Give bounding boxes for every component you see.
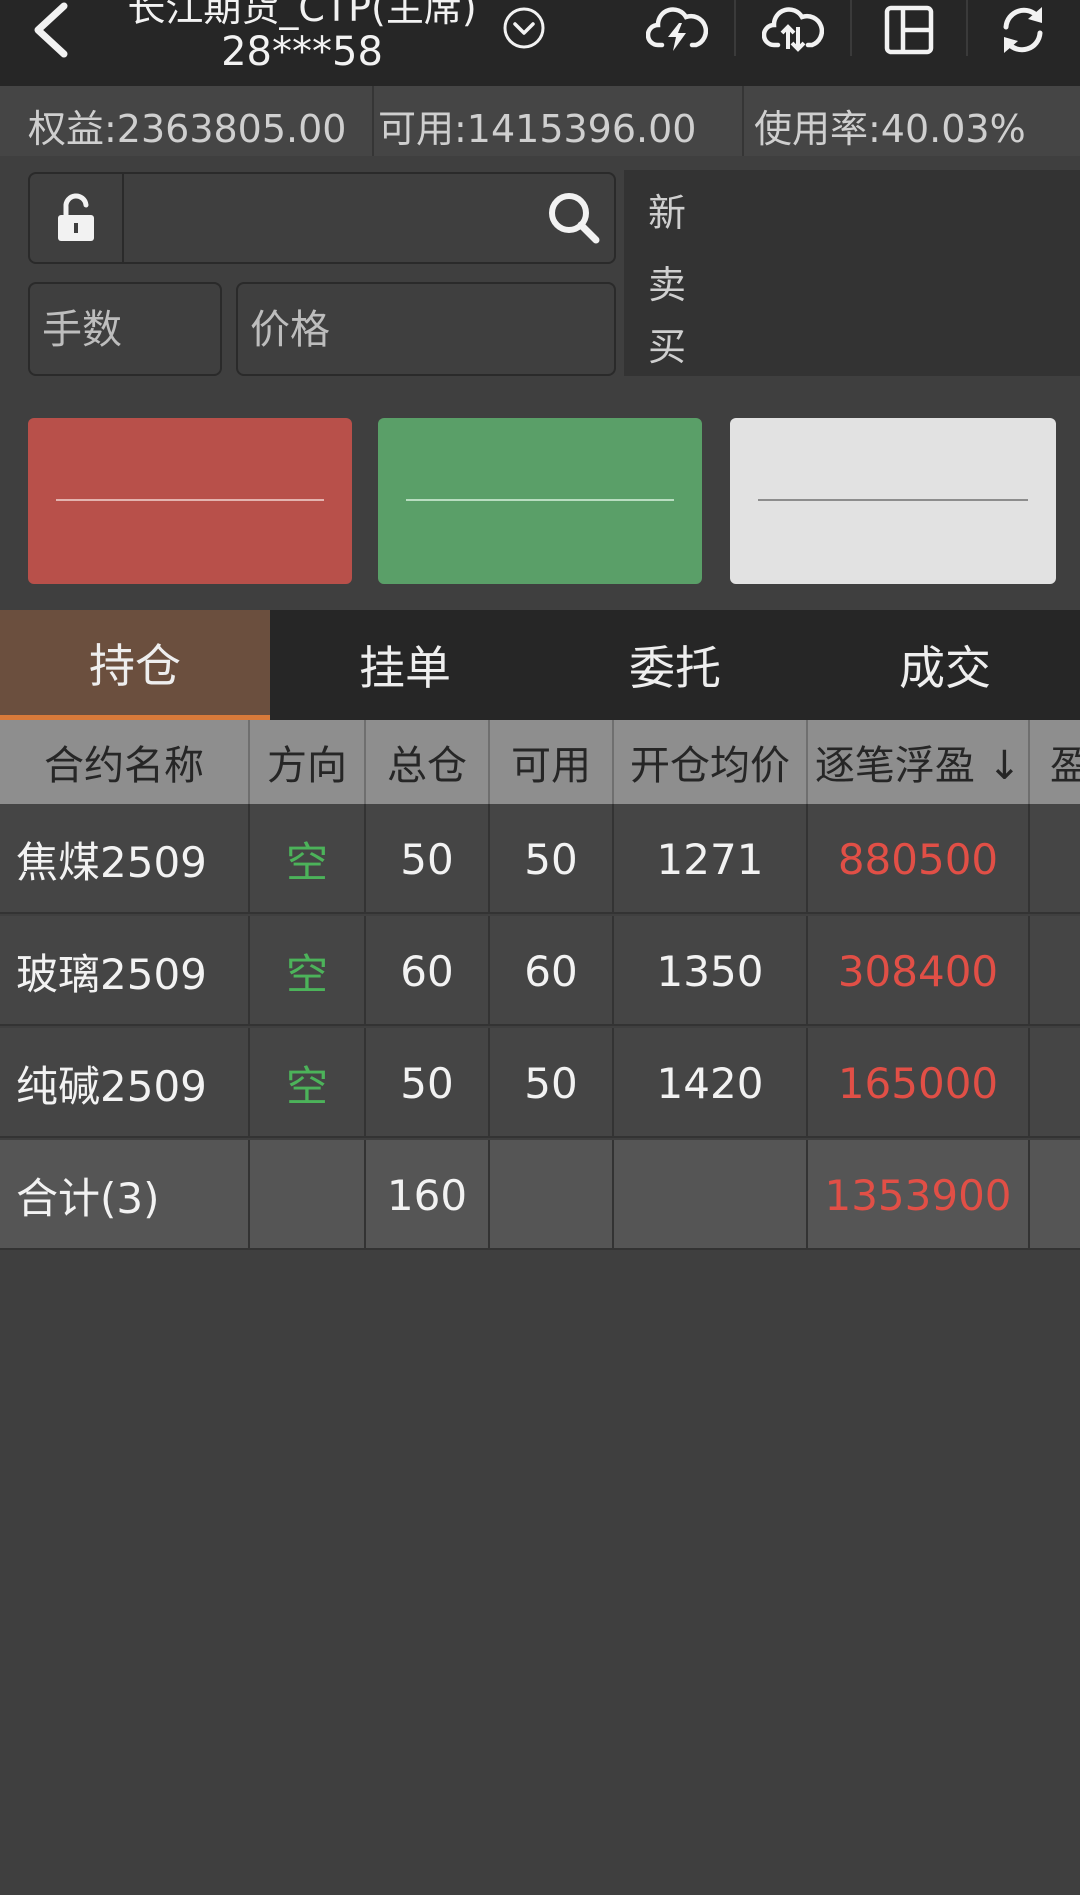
contract-search-box[interactable] xyxy=(124,172,616,264)
tab-trades[interactable]: 成交 xyxy=(810,610,1080,720)
usage-rate-value: 使用率:40.03% xyxy=(754,107,1026,151)
tab-pending-orders[interactable]: 挂单 xyxy=(270,610,540,720)
search-icon xyxy=(549,193,600,244)
broker-name: 长江期货_CTP(主席) xyxy=(127,0,477,30)
header-separator xyxy=(850,0,852,56)
header-separator xyxy=(734,0,736,56)
col-next-partial[interactable]: 盈 xyxy=(1030,720,1080,804)
close-button-placeholder-line xyxy=(758,499,1028,501)
extra-cell xyxy=(1030,1140,1080,1250)
ask-price-label: 卖 xyxy=(648,263,687,307)
quote-panel: 新 卖 买 xyxy=(624,170,1080,376)
header-separator xyxy=(966,0,968,56)
last-price-label: 新 xyxy=(648,191,687,235)
table-total-row: 合计(3) 160 1353900 xyxy=(0,1140,1080,1250)
col-contract-name[interactable]: 合约名称 xyxy=(0,720,250,804)
direction: 空 xyxy=(250,804,366,914)
account-title[interactable]: 长江期货_CTP(主席) 28***58 xyxy=(92,0,512,74)
back-icon xyxy=(34,2,68,58)
contract-search-input[interactable] xyxy=(134,184,534,254)
tab-orders[interactable]: 委托 xyxy=(540,610,810,720)
floating-pnl: 165000 xyxy=(808,1028,1030,1138)
available-position: 50 xyxy=(490,804,614,914)
buy-button-placeholder-line xyxy=(56,499,324,501)
refresh-icon xyxy=(1003,7,1043,53)
account-separator xyxy=(372,86,374,156)
refresh-button[interactable] xyxy=(988,0,1058,60)
avg-open-price: 1350 xyxy=(614,916,808,1026)
quantity-field[interactable] xyxy=(28,282,222,376)
bid-price-label: 买 xyxy=(648,325,687,369)
contract-name: 纯碱2509 xyxy=(0,1028,250,1138)
cloud-sync-button[interactable] xyxy=(758,0,828,60)
cloud-sync-icon xyxy=(762,7,824,52)
account-summary-bar: 权益:2363805.00 可用:1415396.00 使用率:40.03% xyxy=(0,86,1080,156)
layout-icon xyxy=(884,5,934,55)
empty-cell xyxy=(250,1140,366,1250)
total-position-sum: 160 xyxy=(366,1140,490,1250)
avg-open-price: 1420 xyxy=(614,1028,808,1138)
total-label: 合计(3) xyxy=(0,1140,250,1250)
price-input[interactable] xyxy=(250,294,589,366)
total-position: 50 xyxy=(366,1028,490,1138)
sell-button[interactable] xyxy=(378,418,702,584)
col-floating-pnl-sorted[interactable]: 逐笔浮盈 ↓ xyxy=(808,720,1030,804)
col-total-position[interactable]: 总仓 xyxy=(366,720,490,804)
account-separator xyxy=(742,86,744,156)
price-field[interactable] xyxy=(236,282,616,376)
avg-open-price: 1271 xyxy=(614,804,808,914)
buy-button[interactable] xyxy=(28,418,352,584)
direction: 空 xyxy=(250,1028,366,1138)
table-header: 合约名称 方向 总仓 可用 开仓均价 逐笔浮盈 ↓ 盈 xyxy=(0,720,1080,804)
total-position: 60 xyxy=(366,916,490,1026)
floating-pnl: 308400 xyxy=(808,916,1030,1026)
layout-button[interactable] xyxy=(874,0,944,60)
empty-cell xyxy=(614,1140,808,1250)
dropdown-icon xyxy=(503,7,545,49)
contract-name: 焦煤2509 xyxy=(0,804,250,914)
total-position: 50 xyxy=(366,804,490,914)
table-row[interactable]: 焦煤2509 空 50 50 1271 880500 xyxy=(0,804,1080,914)
header-bar: 长江期货_CTP(主席) 28***58 xyxy=(0,0,1080,86)
account-dropdown-button[interactable] xyxy=(502,6,546,50)
available-position: 60 xyxy=(490,916,614,1026)
direction: 空 xyxy=(250,916,366,1026)
floating-pnl-sum: 1353900 xyxy=(808,1140,1030,1250)
available-value: 可用:1415396.00 xyxy=(378,107,697,151)
quantity-input[interactable] xyxy=(42,294,213,366)
cloud-lightning-button[interactable] xyxy=(642,0,712,60)
extra-cell xyxy=(1030,916,1080,1026)
col-available[interactable]: 可用 xyxy=(490,720,614,804)
equity-value: 权益:2363805.00 xyxy=(28,107,347,151)
extra-cell xyxy=(1030,804,1080,914)
cloud-lightning-icon xyxy=(646,7,708,51)
col-direction[interactable]: 方向 xyxy=(250,720,366,804)
unlock-icon xyxy=(58,193,94,241)
tab-bar: 持仓 挂单 委托 成交 xyxy=(0,610,1080,720)
table-row[interactable]: 纯碱2509 空 50 50 1420 165000 xyxy=(0,1028,1080,1138)
floating-pnl: 880500 xyxy=(808,804,1030,914)
contract-name: 玻璃2509 xyxy=(0,916,250,1026)
extra-cell xyxy=(1030,1028,1080,1138)
account-id: 28***58 xyxy=(221,29,383,75)
available-position: 50 xyxy=(490,1028,614,1138)
search-button[interactable] xyxy=(544,188,604,248)
tab-positions[interactable]: 持仓 xyxy=(0,610,270,720)
table-row[interactable]: 玻璃2509 空 60 60 1350 308400 xyxy=(0,916,1080,1026)
col-avg-open-price[interactable]: 开仓均价 xyxy=(614,720,808,804)
sell-button-placeholder-line xyxy=(406,499,674,501)
lock-toggle-button[interactable] xyxy=(28,172,124,264)
back-button[interactable] xyxy=(24,0,84,60)
close-position-button[interactable] xyxy=(730,418,1056,584)
empty-cell xyxy=(490,1140,614,1250)
